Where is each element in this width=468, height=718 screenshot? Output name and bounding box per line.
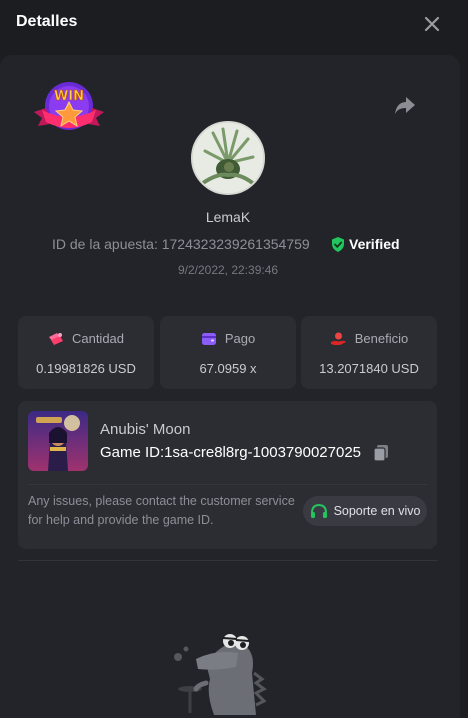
game-id: Game ID:1sa-cre8l8rg-1003790027025 <box>100 444 361 461</box>
game-thumbnail[interactable] <box>28 411 88 471</box>
stat-payout-label: Pago <box>224 331 256 346</box>
modal-header: Detalles <box>0 0 468 48</box>
section-divider <box>18 560 437 561</box>
support-help-text: Any issues, please contact the customer … <box>28 494 295 527</box>
bet-details-modal: Detalles WIN LemaK ID de la apuesta: 172… <box>0 0 468 718</box>
share-icon[interactable] <box>394 95 416 115</box>
close-icon[interactable] <box>420 12 444 36</box>
shield-check-icon <box>332 236 344 252</box>
crocodile-mascot-icon <box>166 623 276 718</box>
copy-icon[interactable] <box>373 444 389 462</box>
stat-profit: Beneficio 13.2071840 USD <box>301 316 437 389</box>
bet-id: ID de la apuesta: 1724323239261354759 <box>52 236 310 252</box>
card-divider <box>28 484 427 485</box>
stat-profit-value: 13.2071840 USD <box>319 361 419 376</box>
hand-coin-icon <box>330 332 346 345</box>
svg-text:WIN: WIN <box>54 89 84 104</box>
bet-timestamp: 9/2/2022, 22:39:46 <box>177 263 279 277</box>
avatar <box>191 121 265 195</box>
wallet-icon <box>201 332 216 345</box>
stat-amount-value: 0.19981826 USD <box>36 361 136 376</box>
live-support-label: Soporte en vivo <box>333 504 421 518</box>
modal-title: Detalles <box>16 13 78 30</box>
live-support-button[interactable]: Soporte en vivo <box>303 496 427 526</box>
stat-profit-label: Beneficio <box>354 331 409 346</box>
stat-payout: Pago 67.0959 x <box>160 316 296 389</box>
verified-label: Verified <box>349 236 400 252</box>
username: LemaK <box>205 209 251 225</box>
stat-amount: Cantidad 0.19981826 USD <box>18 316 154 389</box>
win-badge-icon: WIN <box>32 80 106 136</box>
game-card: Anubis' Moon Game ID:1sa-cre8l8rg-100379… <box>18 401 437 549</box>
stat-amount-label: Cantidad <box>71 331 125 346</box>
stat-payout-value: 67.0959 x <box>199 361 257 376</box>
headset-icon <box>310 503 327 518</box>
verified-badge: Verified <box>331 236 400 252</box>
game-name: Anubis' Moon <box>100 421 191 438</box>
coins-icon <box>48 332 63 345</box>
background-content <box>0 708 468 718</box>
